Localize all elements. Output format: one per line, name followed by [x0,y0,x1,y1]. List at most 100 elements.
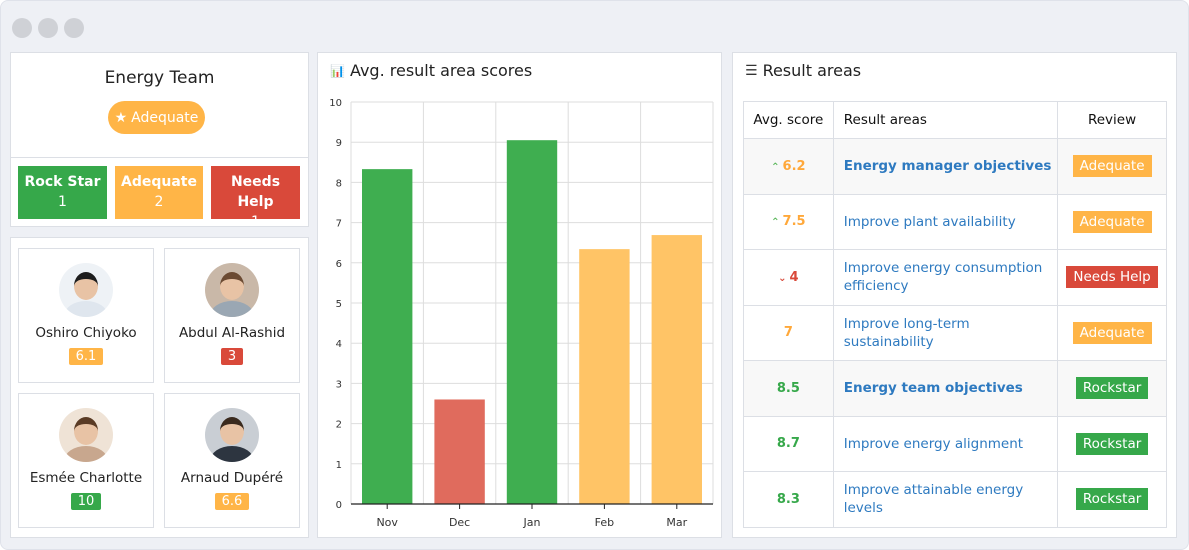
member-name: Oshiro Chiyoko [35,325,137,341]
table-row: 7 Improve long-term sustainability Adequ… [743,304,1167,361]
review-badge: Adequate [1072,155,1152,178]
y-tick-label: 4 [336,339,342,350]
avg-score-cell: 8.3 [743,471,834,528]
result-area-name[interactable]: Improve attainable energy levels [844,482,1023,516]
review-cell: Rockstar [1057,360,1167,417]
avg-score-cell: ⌄ 4 [743,249,834,306]
avg-score-cell: 8.7 [743,415,834,472]
result-area-link[interactable]: Improve energy alignment [832,415,1059,472]
stat-count: 1 [251,214,260,230]
avg-score: 8.7 [776,436,800,452]
review-badge: Rockstar [1075,488,1149,511]
result-areas-panel: ☰ Result areas Avg. score Result areas Re… [732,52,1177,538]
member-score-badge: 6.6 [214,493,250,510]
table-row: ⌃ 6.2 Energy manager objectives Adequate [743,138,1167,195]
result-area-link[interactable]: Energy team objectives [832,360,1059,417]
result-areas-table: Avg. score Result areas Review ⌃ 6.2 Ener… [743,101,1167,528]
table-row: ⌃ 7.5 Improve plant availability Adequate [743,193,1167,250]
review-badge: Adequate [1072,210,1152,233]
table-row: 8.5 Energy team objectives Rockstar [743,360,1167,417]
result-area-link[interactable]: Improve attainable energy levels [832,471,1059,528]
trend-up-icon: ⌃ [771,161,780,173]
trend-down-icon: ⌄ [778,272,787,284]
bar-dec [434,399,485,504]
member-score-badge: 3 [220,348,244,365]
stat-needs-help[interactable]: Needs Help 1 [211,166,300,230]
result-area-name[interactable]: Energy manager objectives [844,158,1052,174]
avg-score: 4 [789,269,799,285]
col-avg-score: Avg. score [743,101,834,139]
stat-adequate[interactable]: Adequate 2 [115,166,203,219]
bar-mar [651,235,702,504]
member-card[interactable]: Oshiro Chiyoko 6.1 [18,248,154,383]
stat-count: 1 [58,194,67,210]
x-tick-label: Dec [449,516,470,529]
member-card[interactable]: Esmée Charlotte 10 [18,393,154,528]
member-card[interactable]: Abdul Al-Rashid 3 [164,248,300,383]
stat-rock-star[interactable]: Rock Star 1 [18,166,107,219]
result-area-link[interactable]: Improve energy consumption efficiency [832,249,1059,306]
result-area-name[interactable]: Energy team objectives [844,380,1023,396]
result-area-name[interactable]: Improve long-term sustainability [844,316,970,350]
review-badge: Adequate [1072,321,1152,344]
avatar [59,408,113,462]
avg-score-cell: ⌃ 7.5 [743,193,834,250]
review-badge: Needs Help [1066,266,1158,289]
result-area-link[interactable]: Energy manager objectives [832,138,1059,195]
avg-score: 8.3 [776,491,800,507]
bar-nov [362,169,413,504]
avg-score: 8.5 [776,380,800,396]
review-cell: Needs Help [1057,249,1167,306]
window-maximize-button[interactable] [64,18,84,38]
member-card[interactable]: Arnaud Dupéré 6.6 [164,393,300,528]
divider [11,157,308,158]
trend-up-icon: ⌃ [771,217,780,229]
team-rating-badge: ★ Adequate [108,101,205,134]
bar-jan [506,140,558,504]
star-icon: ★ [114,109,128,126]
y-tick-label: 9 [336,138,342,149]
result-area-link[interactable]: Improve long-term sustainability [832,304,1059,361]
avg-score-cell: 8.5 [743,360,834,417]
avg-score: 7 [783,325,793,341]
result-area-name[interactable]: Improve energy consumption efficiency [844,260,1043,294]
x-tick-label: Nov [376,516,398,529]
y-tick-label: 10 [329,98,342,109]
avatar [205,408,259,462]
x-tick-label: Mar [666,516,687,529]
window-close-button[interactable] [12,18,32,38]
review-cell: Rockstar [1057,471,1167,528]
stat-label: Needs Help [230,174,281,210]
table-row: 8.3 Improve attainable energy levels Roc… [743,471,1167,528]
result-area-link[interactable]: Improve plant availability [832,193,1059,250]
avatar [59,263,113,317]
result-areas-title: ☰ Result areas [745,61,862,80]
col-review: Review [1057,101,1167,139]
team-name: Energy Team [104,68,215,88]
y-tick-label: 5 [336,299,342,310]
y-tick-label: 6 [336,259,342,270]
y-tick-label: 2 [336,420,342,431]
window-minimize-button[interactable] [38,18,58,38]
bar-chart: 0 1 2 3 4 5 6 7 8 9 10 Nov Dec Jan Feb Mar [329,98,714,529]
member-name: Abdul Al-Rashid [178,325,286,341]
review-cell: Adequate [1057,304,1167,361]
member-score-badge: 6.1 [68,348,104,365]
review-cell: Adequate [1057,193,1167,250]
avg-score: 6.2 [782,158,806,174]
member-score-badge: 10 [70,493,102,510]
avg-score-cell: 7 [743,304,834,361]
sliders-icon: ☰ [745,62,758,79]
x-tick-label: Jan [523,516,541,529]
result-area-name[interactable]: Improve plant availability [844,214,1016,230]
result-area-name[interactable]: Improve energy alignment [844,436,1023,452]
member-name: Arnaud Dupéré [180,470,284,486]
team-summary-panel: Energy Team ★ Adequate Rock Star 1 Adequat… [10,52,309,230]
avg-score: 7.5 [782,214,806,230]
table-row: ⌄ 4 Improve energy consumption efficiency… [743,249,1167,306]
y-tick-label: 8 [336,178,342,189]
y-tick-label: 0 [336,500,342,511]
y-tick-label: 3 [336,379,342,390]
avg-score-cell: ⌃ 6.2 [743,138,834,195]
member-name: Esmée Charlotte [29,470,143,486]
